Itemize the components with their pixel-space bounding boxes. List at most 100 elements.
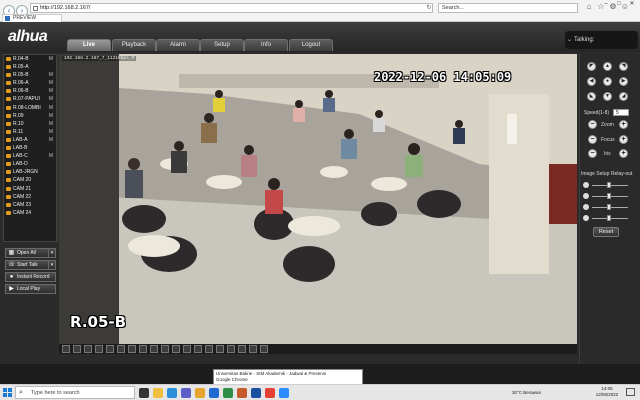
channel-item[interactable]: R.10 M — [4, 120, 56, 128]
chevron-down-icon[interactable]: ▾ — [48, 261, 55, 269]
channel-stream-mark[interactable]: M — [49, 87, 53, 95]
slider-knob[interactable] — [607, 182, 611, 188]
channel-item[interactable]: R.06-A M — [4, 79, 56, 87]
brightness-slider[interactable] — [583, 182, 633, 189]
layout-8-icon[interactable] — [95, 345, 103, 353]
tab-logout[interactable]: Logout — [289, 39, 333, 51]
channel-item[interactable]: R.06-B M — [4, 87, 56, 95]
hue-slider[interactable] — [583, 215, 633, 222]
maximize-icon[interactable]: □ — [613, 0, 625, 8]
slider-knob[interactable] — [607, 193, 611, 199]
windows-start-icon[interactable] — [3, 388, 12, 397]
layout-25-icon[interactable] — [150, 345, 158, 353]
focus-in-icon[interactable]: + — [619, 135, 628, 144]
channel-stream-mark[interactable]: M — [49, 79, 53, 87]
fluency-icon[interactable] — [238, 345, 246, 353]
clock[interactable]: 14:05 12/06/2022 — [594, 386, 620, 398]
address-bar[interactable]: http://192.168.2.167/ — [30, 3, 433, 13]
excel-icon[interactable] — [223, 388, 233, 398]
channel-item[interactable]: LAB-B — [4, 144, 56, 152]
weather-text[interactable]: 30°C Berawan — [512, 390, 541, 395]
reset-button[interactable]: Reset — [593, 227, 619, 237]
powerpoint-icon[interactable] — [237, 388, 247, 398]
chevron-down-icon[interactable]: ⌄ — [567, 31, 572, 49]
task-view-icon[interactable] — [139, 388, 149, 398]
layout-13-icon[interactable] — [117, 345, 125, 353]
channel-item[interactable]: CAM 24 — [4, 209, 56, 217]
ptz-right-icon[interactable]: ▶ — [619, 77, 628, 86]
channel-item[interactable]: LAB-JRGN — [4, 168, 56, 176]
instant-record-button[interactable]: ● Instant Record — [5, 272, 56, 282]
ratio-icon[interactable] — [227, 345, 235, 353]
slider-knob[interactable] — [607, 215, 611, 221]
channel-stream-mark[interactable]: M — [49, 104, 53, 112]
contrast-slider[interactable] — [583, 193, 633, 200]
layout-20-icon[interactable] — [139, 345, 147, 353]
channel-stream-mark[interactable]: M — [49, 152, 53, 160]
open-all-button[interactable]: ▦ Open All ▾ — [5, 248, 56, 258]
ptz-up-right-icon[interactable]: ◥ — [619, 62, 628, 71]
close-icon[interactable]: ✕ — [626, 0, 638, 8]
layout-9-icon[interactable] — [106, 345, 114, 353]
channel-item[interactable]: R.05-B M — [4, 71, 56, 79]
local-play-button[interactable]: ▶ Local Play — [5, 284, 56, 294]
settings-icon[interactable] — [260, 345, 268, 353]
mail-icon[interactable] — [195, 388, 205, 398]
channel-item[interactable]: R.08-LOMBI M — [4, 104, 56, 112]
browser-tab[interactable]: PREVIEW — [2, 14, 62, 22]
layout-16-icon[interactable] — [128, 345, 136, 353]
tab-alarm[interactable]: Alarm — [156, 39, 200, 51]
focus-out-icon[interactable]: − — [588, 135, 597, 144]
ie-icon[interactable] — [251, 388, 261, 398]
channel-stream-mark[interactable]: M — [49, 95, 53, 103]
channel-item[interactable]: R.07-PAPUI M — [4, 95, 56, 103]
ptz-down-left-icon[interactable]: ◣ — [587, 92, 596, 101]
channel-stream-mark[interactable]: M — [49, 128, 53, 136]
tab-image-setup[interactable]: Image Setup — [581, 170, 609, 178]
ptz-up-icon[interactable]: ▲ — [603, 62, 612, 71]
tab-relay-out[interactable]: Relay-out — [611, 170, 632, 178]
home-icon[interactable]: ⌂ — [584, 2, 594, 12]
zoom-out-icon[interactable]: − — [588, 120, 597, 129]
tab-info[interactable]: Info — [244, 39, 288, 51]
record-icon[interactable] — [194, 345, 202, 353]
channel-item[interactable]: CAM 20 — [4, 176, 56, 184]
file-explorer-icon[interactable] — [153, 388, 163, 398]
sync-icon[interactable] — [249, 345, 257, 353]
ptz-down-icon[interactable]: ▼ — [603, 92, 612, 101]
layout-1-icon[interactable] — [62, 345, 70, 353]
minimize-icon[interactable]: – — [600, 0, 612, 8]
ptz-left-icon[interactable]: ◀ — [587, 77, 596, 86]
notification-icon[interactable] — [626, 388, 635, 396]
zoom-icon[interactable] — [279, 388, 289, 398]
channel-stream-mark[interactable]: M — [49, 55, 53, 63]
channel-stream-mark[interactable]: M — [49, 136, 53, 144]
channel-stream-mark[interactable]: M — [49, 71, 53, 79]
chrome-icon[interactable] — [265, 388, 275, 398]
tab-setup[interactable]: Setup — [200, 39, 244, 51]
channel-item[interactable]: R.05-A — [4, 63, 56, 71]
channel-item[interactable]: LAB-D — [4, 160, 56, 168]
channel-item[interactable]: R.11 M — [4, 128, 56, 136]
word-icon[interactable] — [209, 388, 219, 398]
edge-icon[interactable] — [167, 388, 177, 398]
slider-knob[interactable] — [607, 204, 611, 210]
tab-playback[interactable]: Playback — [112, 39, 156, 51]
channel-item[interactable]: CAM 22 — [4, 193, 56, 201]
zoom-in-icon[interactable]: + — [619, 120, 628, 129]
speed-select[interactable]: 5 — [613, 109, 629, 116]
browser-search-input[interactable]: Search... — [438, 3, 578, 13]
taskbar-search-input[interactable]: ⌕ Type here to search — [15, 386, 135, 399]
layout-36-icon[interactable] — [161, 345, 169, 353]
refresh-icon[interactable]: ↻ — [425, 4, 433, 12]
layout-6-icon[interactable] — [84, 345, 92, 353]
ptz-down-right-icon[interactable]: ◢ — [619, 92, 628, 101]
video-feed[interactable] — [59, 54, 577, 344]
teams-icon[interactable] — [181, 388, 191, 398]
ptz-center-icon[interactable]: ● — [603, 77, 612, 86]
zoom-icon[interactable] — [216, 345, 224, 353]
channel-stream-mark[interactable]: M — [49, 112, 53, 120]
start-talk-button[interactable]: ☏ Start Talk ▾ — [5, 260, 56, 270]
layout-4-icon[interactable] — [73, 345, 81, 353]
snapshot-icon[interactable] — [183, 345, 191, 353]
